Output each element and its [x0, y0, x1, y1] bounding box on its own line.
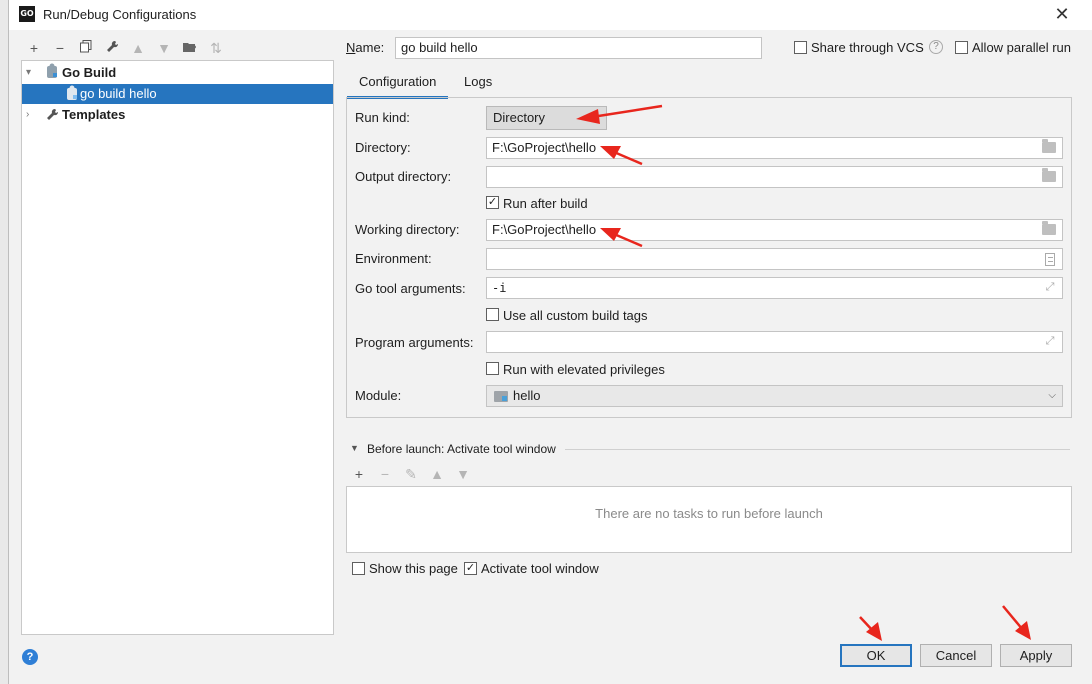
remove-icon[interactable]: −	[47, 38, 73, 58]
apply-button[interactable]: Apply	[1000, 644, 1072, 667]
allow-parallel-label: Allow parallel run	[972, 40, 1071, 55]
edit-task-icon[interactable]: ✎	[398, 464, 424, 484]
expand-icon[interactable]: ⤢	[1044, 281, 1056, 293]
collapse-triangle-icon[interactable]: ▼	[350, 443, 359, 453]
cancel-button[interactable]: Cancel	[920, 644, 992, 667]
tree-item-label: go build hello	[80, 86, 157, 101]
elevated-privileges-label: Run with elevated privileges	[503, 362, 665, 377]
tree-group-templates[interactable]: › Templates	[22, 105, 333, 125]
add-task-icon[interactable]: +	[346, 464, 372, 484]
show-page-label: Show this page	[369, 561, 458, 576]
program-arguments-label: Program arguments:	[355, 335, 474, 350]
working-directory-field[interactable]: F:\GoProject\hello	[486, 219, 1063, 241]
program-arguments-field[interactable]: ⤢	[486, 331, 1063, 353]
directory-value: F:\GoProject\hello	[492, 140, 597, 155]
config-toolbar: + − ▲ ▼ ⇅	[21, 38, 229, 58]
help-icon[interactable]: ?	[22, 649, 38, 665]
document-icon[interactable]	[1045, 253, 1055, 266]
elevated-privileges-checkbox[interactable]	[486, 362, 499, 375]
move-up-icon[interactable]: ▲	[125, 38, 151, 58]
working-directory-label: Working directory:	[355, 222, 460, 237]
tree-group-label: Go Build	[62, 65, 117, 80]
run-kind-select[interactable]: Directory	[486, 106, 607, 130]
tab-logs[interactable]: Logs	[464, 74, 492, 98]
share-vcs-checkbox[interactable]	[794, 41, 807, 54]
before-launch-toolbar: + − ✎ ▲ ▼	[346, 464, 476, 484]
config-tree: ▾ Go Build go build hello › Templates	[21, 60, 334, 635]
folder-icon[interactable]	[1042, 168, 1056, 182]
custom-build-tags-label: Use all custom build tags	[503, 308, 648, 323]
chevron-right-icon[interactable]: ›	[26, 105, 29, 125]
sort-icon[interactable]: ⇅	[203, 38, 229, 58]
run-kind-label: Run kind:	[355, 110, 410, 125]
tree-item-go-build-hello[interactable]: go build hello	[22, 84, 333, 104]
environment-field[interactable]	[486, 248, 1063, 270]
copy-icon[interactable]	[73, 38, 99, 58]
remove-task-icon[interactable]: −	[372, 464, 398, 484]
activate-tool-window-checkbox[interactable]: ✓	[464, 562, 477, 575]
environment-label: Environment:	[355, 251, 432, 266]
tree-group-go-build[interactable]: ▾ Go Build	[22, 63, 333, 83]
go-build-icon	[46, 63, 58, 85]
window-title: Run/Debug Configurations	[43, 7, 197, 22]
empty-task-text: There are no tasks to run before launch	[595, 506, 823, 521]
chevron-down-icon: ⌵	[1048, 390, 1056, 401]
title-bar: GO Run/Debug Configurations ✕	[9, 0, 1092, 30]
before-launch-title[interactable]: Before launch: Activate tool window	[367, 442, 556, 456]
module-folder-icon	[494, 391, 508, 402]
directory-field[interactable]: F:\GoProject\hello	[486, 137, 1063, 159]
new-folder-icon[interactable]	[177, 38, 203, 58]
name-label-rest: ame:	[355, 40, 385, 55]
add-icon[interactable]: +	[21, 38, 47, 58]
goland-app-icon: GO	[19, 6, 35, 22]
tab-configuration[interactable]: Configuration	[346, 74, 449, 99]
name-label: Name:	[346, 40, 385, 55]
wrench-icon	[46, 107, 59, 127]
move-down-icon[interactable]: ▼	[151, 38, 177, 58]
go-tool-arguments-label: Go tool arguments:	[355, 281, 466, 296]
folder-icon[interactable]	[1042, 221, 1056, 235]
wrench-icon[interactable]	[99, 38, 125, 58]
module-select[interactable]: hello ⌵	[486, 385, 1063, 407]
run-after-build-label: Run after build	[503, 196, 588, 211]
activate-tool-window-label: Activate tool window	[481, 561, 599, 576]
question-icon[interactable]: ?	[929, 40, 943, 54]
move-down-icon[interactable]: ▼	[450, 464, 476, 484]
output-directory-label: Output directory:	[355, 169, 452, 184]
close-icon[interactable]: ✕	[1052, 4, 1072, 24]
expand-icon[interactable]: ⤢	[1044, 335, 1056, 347]
before-launch-divider	[565, 449, 1070, 450]
run-debug-dialog: GO Run/Debug Configurations ✕ + − ▲ ▼ ⇅ …	[8, 0, 1092, 684]
folder-icon[interactable]	[1042, 139, 1056, 153]
custom-build-tags-checkbox[interactable]	[486, 308, 499, 321]
output-directory-field[interactable]	[486, 166, 1063, 188]
go-tool-arguments-value: -i	[492, 281, 507, 295]
name-field[interactable]: go build hello	[395, 37, 762, 59]
go-config-icon	[66, 85, 78, 107]
ok-button[interactable]: OK	[840, 644, 912, 667]
directory-label: Directory:	[355, 140, 411, 155]
module-value: hello	[513, 388, 541, 403]
go-tool-arguments-field[interactable]: -i ⤢	[486, 277, 1063, 299]
module-label: Module:	[355, 388, 402, 403]
chevron-down-icon[interactable]: ▾	[26, 63, 31, 83]
before-launch-task-list: There are no tasks to run before launch	[346, 486, 1072, 553]
share-vcs-label: Share through VCS	[811, 40, 924, 55]
run-after-build-checkbox[interactable]: ✓	[486, 196, 499, 209]
allow-parallel-checkbox[interactable]	[955, 41, 968, 54]
show-page-checkbox[interactable]	[352, 562, 365, 575]
move-up-icon[interactable]: ▲	[424, 464, 450, 484]
working-directory-value: F:\GoProject\hello	[492, 222, 597, 237]
templates-label: Templates	[62, 107, 126, 122]
